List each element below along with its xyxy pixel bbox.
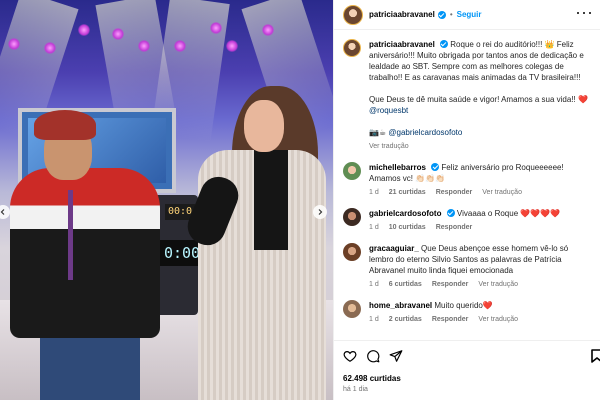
translate-link[interactable]: Ver tradução bbox=[369, 141, 409, 152]
avatar[interactable] bbox=[343, 243, 361, 261]
comment-time: 1 d bbox=[369, 281, 379, 288]
post-header: patriciaabravanel • Seguir bbox=[334, 0, 600, 30]
carousel-next-button[interactable] bbox=[313, 205, 327, 219]
chevron-right-icon bbox=[318, 209, 323, 215]
more-options-icon[interactable] bbox=[577, 10, 591, 16]
post-side-panel: patriciaabravanel • Seguir patriciaabrav… bbox=[333, 0, 600, 400]
avatar[interactable] bbox=[343, 4, 363, 25]
share-icon[interactable] bbox=[389, 349, 403, 363]
likes-count[interactable]: 62.498 curtidas bbox=[343, 374, 401, 383]
comment-likes[interactable]: 10 curtidas bbox=[389, 222, 426, 233]
comment-item: gracaaguiar_ Que Deus abençoe esse homem… bbox=[343, 243, 591, 290]
caption: patriciaabravanel Roque o rei do auditór… bbox=[343, 39, 591, 152]
mention-link[interactable]: @roquesbt bbox=[369, 106, 408, 115]
comment-likes[interactable]: 21 curtidas bbox=[389, 187, 426, 198]
carousel-prev-button[interactable] bbox=[0, 205, 10, 219]
reply-button[interactable]: Responder bbox=[432, 314, 469, 325]
comment-text: Muito querido❤️ bbox=[434, 301, 493, 310]
follow-button[interactable]: Seguir bbox=[457, 10, 482, 19]
avatar[interactable] bbox=[343, 39, 361, 57]
verified-badge-icon bbox=[437, 10, 446, 19]
comment-username[interactable]: michellebarros bbox=[369, 163, 426, 172]
avatar[interactable] bbox=[343, 300, 361, 318]
man-legs bbox=[40, 330, 140, 400]
verified-badge-icon bbox=[431, 163, 440, 171]
comment-text: Vivaaaa o Roque ❤️❤️❤️❤️ bbox=[456, 209, 561, 218]
comment-item: home_abravanel Muito querido❤️ 1 d 2 cur… bbox=[343, 300, 591, 325]
comments-list[interactable]: patriciaabravanel Roque o rei do auditór… bbox=[334, 30, 600, 340]
caption-emoji: 📷☕ bbox=[369, 128, 387, 137]
comment-likes[interactable]: 6 curtidas bbox=[389, 279, 422, 290]
man-cap bbox=[34, 110, 96, 140]
comment-icon[interactable] bbox=[366, 349, 380, 363]
mention-link[interactable]: @gabrielcardosofoto bbox=[388, 128, 462, 137]
caption-username[interactable]: patriciaabravanel bbox=[369, 40, 435, 49]
stage-lights bbox=[0, 0, 333, 144]
reply-button[interactable]: Responder bbox=[436, 222, 473, 233]
comment-username[interactable]: gabrielcardosofoto bbox=[369, 209, 441, 218]
post-actions: 62.498 curtidas há 1 dia bbox=[334, 340, 600, 400]
heart-icon[interactable] bbox=[343, 349, 357, 363]
translate-link[interactable]: Ver tradução bbox=[478, 279, 518, 290]
avatar[interactable] bbox=[343, 208, 361, 226]
reply-button[interactable]: Responder bbox=[436, 187, 473, 198]
comment-time: 1 d bbox=[369, 316, 379, 323]
comment-username[interactable]: gracaaguiar_ bbox=[369, 244, 419, 253]
chevron-left-icon bbox=[0, 209, 5, 215]
avatar[interactable] bbox=[343, 162, 361, 180]
comment-item: michellebarros Feliz aniversário pro Roq… bbox=[343, 162, 591, 198]
comment-time: 1 d bbox=[369, 224, 379, 231]
caption-text-2: Que Deus te dê muita saúde e vigor! Amam… bbox=[369, 95, 588, 104]
comment-likes[interactable]: 2 curtidas bbox=[389, 314, 422, 325]
bookmark-icon[interactable] bbox=[591, 349, 600, 363]
post-time: há 1 dia bbox=[343, 386, 368, 393]
woman-face bbox=[244, 100, 284, 152]
comment-time: 1 d bbox=[369, 189, 379, 196]
header-username[interactable]: patriciaabravanel bbox=[369, 10, 435, 19]
separator: • bbox=[449, 10, 453, 19]
woman-top bbox=[254, 150, 288, 250]
verified-badge-icon bbox=[446, 209, 455, 217]
lanyard bbox=[68, 190, 73, 280]
comment-item: gabrielcardosofoto Vivaaaa o Roque ❤️❤️❤… bbox=[343, 208, 591, 233]
reply-button[interactable]: Responder bbox=[432, 279, 469, 290]
verified-badge-icon bbox=[440, 40, 449, 48]
translate-link[interactable]: Ver tradução bbox=[482, 187, 522, 198]
translate-link[interactable]: Ver tradução bbox=[478, 314, 518, 325]
comment-username[interactable]: home_abravanel bbox=[369, 301, 432, 310]
post-media[interactable]: 00:0 0:00 bbox=[0, 0, 333, 400]
man-figure bbox=[10, 168, 160, 338]
